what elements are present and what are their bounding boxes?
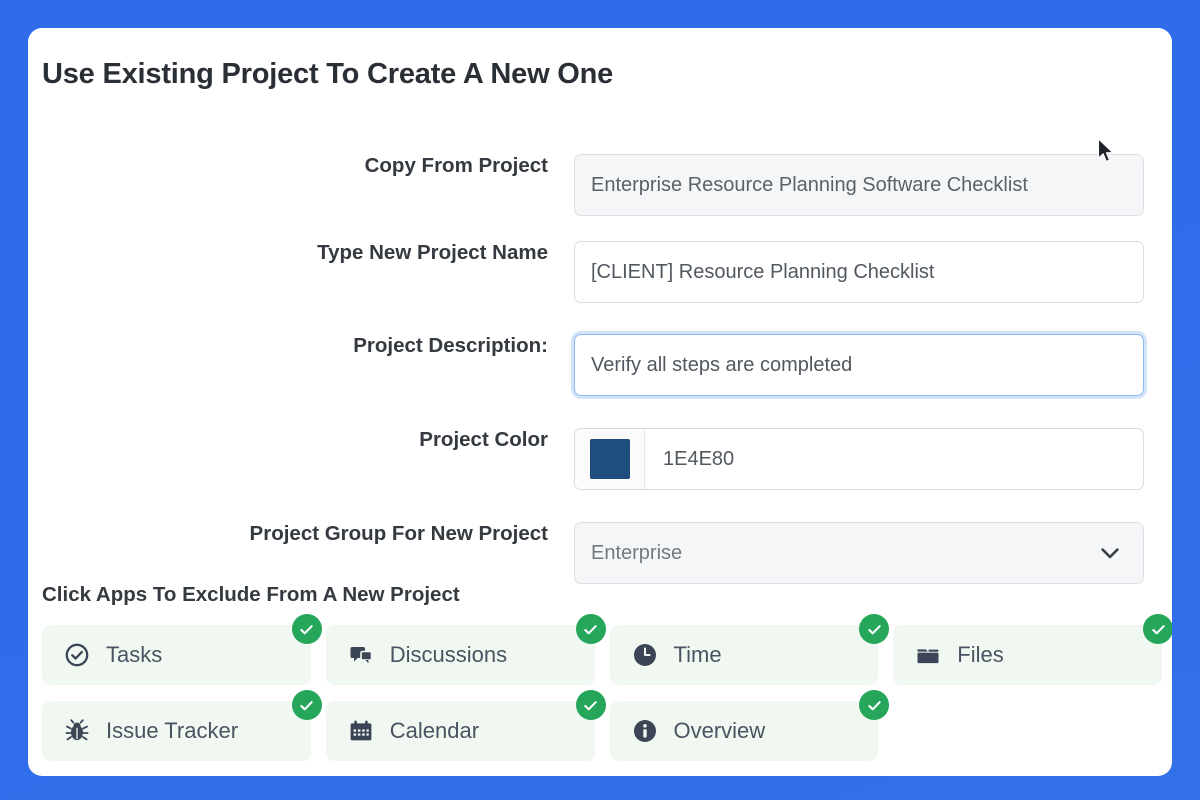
app-tile-issue-tracker[interactable]: Issue Tracker [42,701,311,761]
check-circle-icon [64,642,90,668]
exclude-badge[interactable] [859,614,889,644]
info-icon [632,718,658,744]
app-tile-empty-slot [893,701,1162,761]
calendar-icon [348,718,374,744]
app-label: Tasks [106,642,162,668]
app-label: Files [957,642,1003,668]
label-copy-from-project: Copy From Project [28,154,574,179]
form-row-copy-from-project: Copy From Project Enterprise Resource Pl… [28,154,1172,216]
app-tile-tasks[interactable]: Tasks [42,625,311,685]
label-project-description: Project Description: [28,334,574,359]
label-new-project-name: Type New Project Name [28,241,574,266]
app-tile-discussions[interactable]: Discussions [326,625,595,685]
project-description-input[interactable]: Verify all steps are completed [574,334,1144,396]
project-group-select[interactable]: Enterprise [574,522,1144,584]
exclude-badge[interactable] [292,690,322,720]
project-color-value[interactable]: 1E4E80 [645,429,1143,489]
app-tile-calendar[interactable]: Calendar [326,701,595,761]
color-swatch [590,439,630,479]
form-row-new-project-name: Type New Project Name [CLIENT] Resource … [28,241,1172,303]
app-label: Issue Tracker [106,718,238,744]
new-project-name-input[interactable]: [CLIENT] Resource Planning Checklist [574,241,1144,303]
label-project-group: Project Group For New Project [28,522,574,547]
copy-from-project-input[interactable]: Enterprise Resource Planning Software Ch… [574,154,1144,216]
main-card: Use Existing Project To Create A New One… [28,28,1172,776]
app-label: Overview [674,718,766,744]
folder-icon [915,642,941,668]
app-label: Discussions [390,642,507,668]
exclude-badge[interactable] [576,614,606,644]
form-row-project-description: Project Description: Verify all steps ar… [28,334,1172,396]
exclude-badge[interactable] [859,690,889,720]
apps-row: Issue Tracker [42,701,1162,761]
page-title: Use Existing Project To Create A New One [42,58,613,91]
app-label: Calendar [390,718,479,744]
label-project-color: Project Color [28,428,574,453]
exclude-badge[interactable] [576,690,606,720]
app-tile-overview[interactable]: Overview [610,701,879,761]
clock-icon [632,642,658,668]
apps-grid: Tasks Discussions [42,625,1162,776]
app-label: Time [674,642,722,668]
exclude-badge[interactable] [292,614,322,644]
form-row-project-color: Project Color 1E4E80 [28,428,1172,490]
exclude-badge[interactable] [1143,614,1172,644]
apps-section-heading: Click Apps To Exclude From A New Project [42,583,460,607]
color-swatch-button[interactable] [575,429,645,489]
project-group-value: Enterprise [591,542,1101,565]
chevron-down-icon [1101,548,1119,559]
app-tile-time[interactable]: Time [610,625,879,685]
app-tile-files[interactable]: Files [893,625,1162,685]
speech-bubbles-icon [348,642,374,668]
bug-icon [64,718,90,744]
project-color-field[interactable]: 1E4E80 [574,428,1144,490]
form-row-project-group: Project Group For New Project Enterprise [28,522,1172,584]
apps-row: Tasks Discussions [42,625,1162,685]
